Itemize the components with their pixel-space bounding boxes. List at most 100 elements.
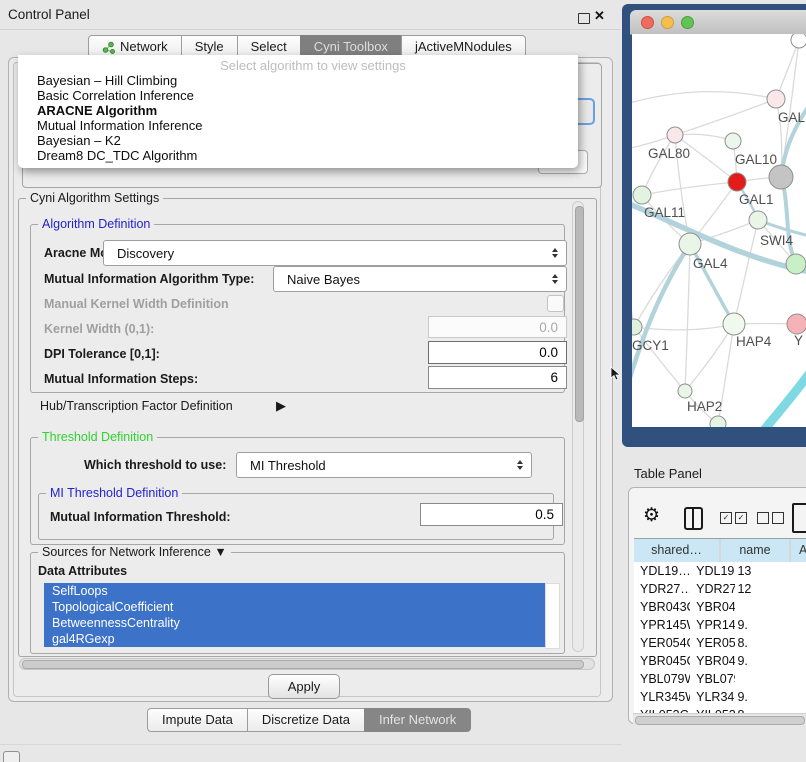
network-node-gal1[interactable]	[728, 173, 746, 191]
algo-option-basic-correlation-inference[interactable]: Basic Correlation Inference	[20, 88, 576, 103]
network-edge[interactable]	[642, 182, 737, 195]
column-header-name[interactable]: name	[721, 539, 789, 562]
manual-kernel-label: Manual Kernel Width Definition	[44, 297, 229, 311]
attribute-item-topologicalcoefficient[interactable]: TopologicalCoefficient	[44, 599, 545, 615]
gear-icon[interactable]: ⚙	[643, 504, 660, 527]
select-all-checks-icon[interactable]: ✓ ✓	[720, 512, 747, 524]
network-edge[interactable]	[632, 244, 690, 399]
aracne-mode-combobox[interactable]: Discovery	[103, 240, 567, 266]
aracne-mode-value: Discovery	[104, 246, 547, 261]
zoom-traffic-light-icon[interactable]	[681, 16, 694, 29]
table-cell: YBL079W	[690, 670, 735, 688]
table-horizontal-scrollbar[interactable]	[633, 713, 806, 725]
network-node-gal11[interactable]	[633, 186, 651, 204]
network-edge[interactable]	[632, 92, 776, 104]
network-edge[interactable]	[675, 99, 776, 135]
network-edge[interactable]	[685, 244, 690, 391]
algo-option-dream8-dc-tdc-algorithm[interactable]: Dream8 DC_TDC Algorithm	[20, 148, 576, 163]
network-node-gal4[interactable]	[679, 233, 701, 255]
application-window: Control Panel ✕ NetworkStyleSelectCyni T…	[0, 0, 806, 762]
network-node[interactable]	[786, 254, 806, 274]
mi-steps-input[interactable]: 6	[428, 366, 567, 389]
network-node-hap2[interactable]	[678, 384, 692, 398]
table-cell: YDR27…	[690, 580, 735, 598]
mi-type-combobox[interactable]: Naive Bayes	[273, 266, 567, 292]
split-panel-icon[interactable]	[684, 507, 703, 530]
scrollbar-thumb[interactable]	[575, 206, 584, 422]
minimize-traffic-light-icon[interactable]	[661, 16, 674, 29]
network-canvas[interactable]: GALGAL80GAL10GAL1GAL11SWI4GAL4GCY1HAP4YH…	[632, 34, 806, 427]
network-node-swi4[interactable]	[749, 211, 767, 229]
network-edge[interactable]	[734, 220, 758, 324]
network-node-gcy1[interactable]	[632, 319, 642, 335]
network-node[interactable]	[769, 165, 793, 189]
network-edge[interactable]	[685, 324, 734, 391]
column-header-a[interactable]: A	[791, 539, 806, 562]
tab-impute-data[interactable]: Impute Data	[147, 708, 248, 732]
expand-arrow-icon[interactable]: ▶	[276, 398, 286, 414]
table-row[interactable]: YER054CYER054C8.	[634, 634, 806, 652]
float-window-icon[interactable]	[578, 13, 590, 24]
mi-threshold-input[interactable]: 0.5	[420, 503, 563, 526]
checked-box-icon: ✓	[735, 512, 747, 524]
kernel-width-input: 0.0	[428, 316, 567, 338]
table-row[interactable]: YPR145WYPR145W9.	[634, 616, 806, 634]
data-attributes-label: Data Attributes	[38, 564, 127, 578]
settings-horizontal-scrollbar[interactable]	[19, 658, 595, 670]
table-row[interactable]: YBL079WYBL079W	[634, 670, 806, 688]
settings-vertical-scrollbar[interactable]	[572, 201, 584, 652]
table-panel-title: Table Panel	[634, 466, 702, 481]
network-node-gal10[interactable]	[725, 133, 741, 149]
network-edge[interactable]	[756, 370, 806, 427]
algo-option-bayesian-k2[interactable]: Bayesian – K2	[20, 133, 576, 148]
network-edge[interactable]	[675, 134, 733, 141]
threshold-combobox[interactable]: MI Threshold	[236, 452, 532, 478]
algo-option-bayesian-hill-climbing[interactable]: Bayesian – Hill Climbing	[20, 73, 576, 88]
table-cell: YDL19…	[634, 562, 690, 580]
scrollbar-thumb[interactable]	[635, 716, 805, 725]
close-traffic-light-icon[interactable]	[641, 16, 654, 29]
network-node-y[interactable]	[787, 314, 806, 334]
attribute-list-scrollbar[interactable]	[545, 583, 560, 649]
network-node[interactable]	[710, 416, 726, 427]
network-node-gal[interactable]	[767, 90, 785, 108]
mi-steps-label: Mutual Information Steps:	[44, 372, 198, 386]
algorithm-dropdown-popup: Select algorithm to view settings Bayesi…	[18, 55, 578, 168]
algo-option-mutual-information-inference[interactable]: Mutual Information Inference	[20, 118, 576, 133]
collapse-arrow-icon[interactable]: ▼	[214, 545, 226, 559]
mi-threshold-group-title: MI Threshold Definition	[46, 486, 182, 500]
tab-discretize-data[interactable]: Discretize Data	[247, 708, 365, 732]
unselect-all-checks-icon[interactable]	[757, 512, 784, 524]
column-header-shared[interactable]: shared…	[634, 539, 719, 562]
import-table-icon[interactable]	[792, 503, 806, 533]
tab-infer-network[interactable]: Infer Network	[364, 708, 471, 732]
network-node[interactable]	[791, 34, 806, 48]
attribute-item-betweennesscentrality[interactable]: BetweennessCentrality	[44, 615, 545, 631]
network-window-titlebar[interactable]	[630, 10, 806, 35]
close-icon[interactable]: ✕	[594, 8, 605, 24]
table-row[interactable]: YIL053CYIL053C8.	[634, 706, 806, 713]
table-row[interactable]: YBR045CYBR045C9.	[634, 652, 806, 670]
corner-widget-icon[interactable]	[3, 751, 20, 762]
scrollbar-thumb[interactable]	[22, 660, 584, 669]
mi-type-label: Mutual Information Algorithm Type:	[44, 272, 254, 286]
hub-definition-label[interactable]: Hub/Transcription Factor Definition	[40, 399, 233, 413]
table-row[interactable]: YBR043CYBR043C	[634, 598, 806, 616]
attribute-item-selfloops[interactable]: SelfLoops	[44, 583, 545, 599]
node-label-gal11: GAL11	[644, 205, 685, 220]
network-node-hap4[interactable]	[723, 313, 745, 335]
table-cell: YLR345W	[690, 688, 735, 706]
network-edge[interactable]	[781, 177, 796, 264]
attribute-item-gal4rgexp[interactable]: gal4RGexp	[44, 631, 545, 647]
table-row[interactable]: YLR345WYLR345W9.	[634, 688, 806, 706]
node-label-y: Y	[794, 333, 803, 348]
manual-kernel-checkbox[interactable]	[547, 295, 564, 312]
apply-button[interactable]: Apply	[268, 674, 340, 699]
unchecked-box-icon	[757, 512, 769, 524]
dpi-tolerance-input[interactable]: 0.0	[428, 341, 567, 364]
table-row[interactable]: YDL19…YDL19…13	[634, 562, 806, 580]
algo-option-aracne-algorithm[interactable]: ARACNE Algorithm	[20, 103, 576, 118]
table-row[interactable]: YDR27…YDR27…12	[634, 580, 806, 598]
network-node-gal80[interactable]	[667, 127, 683, 143]
table-cell: 8.	[735, 706, 806, 713]
